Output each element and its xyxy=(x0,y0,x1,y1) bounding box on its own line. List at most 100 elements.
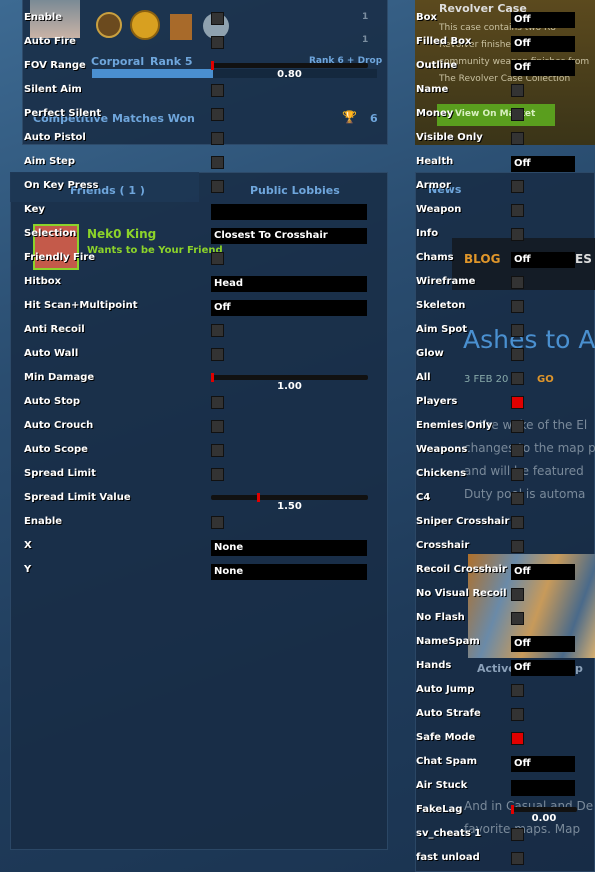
on-key-press-checkbox[interactable] xyxy=(211,180,224,193)
perfect-silent-checkbox[interactable] xyxy=(211,108,224,121)
slider-handle[interactable] xyxy=(211,373,214,382)
auto-scope-checkbox[interactable] xyxy=(211,444,224,457)
news-headline: Ashes to A xyxy=(463,325,595,354)
selection-label: Selection xyxy=(24,228,77,239)
no-visual-recoil-label: No Visual Recoil xyxy=(416,588,507,599)
silent-aim-checkbox[interactable] xyxy=(211,84,224,97)
count-1: 1 xyxy=(362,12,369,22)
no-visual-recoil-checkbox[interactable] xyxy=(511,588,524,601)
enable-checkbox[interactable] xyxy=(211,516,224,529)
chickens-checkbox[interactable] xyxy=(511,468,524,481)
info-checkbox[interactable] xyxy=(511,228,524,241)
hit-scan-multipoint-label: Hit Scan+Multipoint xyxy=(24,300,138,311)
aim-step-checkbox[interactable] xyxy=(211,156,224,169)
enable-checkbox[interactable] xyxy=(211,12,224,25)
auto-pistol-checkbox[interactable] xyxy=(211,132,224,145)
auto-crouch-checkbox[interactable] xyxy=(211,420,224,433)
weapons-checkbox[interactable] xyxy=(511,444,524,457)
money-checkbox[interactable] xyxy=(511,108,524,121)
filled-box-dropdown[interactable]: Off xyxy=(511,36,575,52)
sv-cheats-1-label: sv_cheats 1 xyxy=(416,828,482,839)
fakelag-slider[interactable] xyxy=(511,805,577,814)
silent-aim-label: Silent Aim xyxy=(24,84,82,95)
auto-crouch-label: Auto Crouch xyxy=(24,420,94,431)
chams-dropdown[interactable]: Off xyxy=(511,252,575,268)
players-checkbox[interactable] xyxy=(511,396,524,409)
hands-dropdown[interactable]: Off xyxy=(511,660,575,676)
auto-wall-checkbox[interactable] xyxy=(211,348,224,361)
spread-limit-checkbox[interactable] xyxy=(211,468,224,481)
crosshair-checkbox[interactable] xyxy=(511,540,524,553)
sv-cheats-1-checkbox[interactable] xyxy=(511,828,524,841)
slider-handle[interactable] xyxy=(211,61,214,70)
armor-checkbox[interactable] xyxy=(511,180,524,193)
fakelag-value: 0.00 xyxy=(531,813,557,824)
hitbox-dropdown[interactable]: Head xyxy=(211,276,367,292)
blog-suffix: ES xyxy=(575,252,592,266)
anti-recoil-checkbox[interactable] xyxy=(211,324,224,337)
auto-fire-checkbox[interactable] xyxy=(211,36,224,49)
enemies-only-checkbox[interactable] xyxy=(511,420,524,433)
auto-strafe-checkbox[interactable] xyxy=(511,708,524,721)
name-label: Name xyxy=(416,84,449,95)
tab-public-lobbies[interactable]: Public Lobbies xyxy=(250,184,340,197)
outline-label: Outline xyxy=(416,60,458,71)
chat-spam-label: Chat Spam xyxy=(416,756,477,767)
glow-label: Glow xyxy=(416,348,444,359)
health-dropdown[interactable]: Off xyxy=(511,156,575,172)
chams-label: Chams xyxy=(416,252,454,263)
namespam-dropdown[interactable]: Off xyxy=(511,636,575,652)
news-tag: GO xyxy=(537,374,554,385)
y-label: Y xyxy=(24,564,32,575)
enable-label: Enable xyxy=(24,12,63,23)
hit-scan-multipoint-dropdown[interactable]: Off xyxy=(211,300,367,316)
box-dropdown[interactable]: Off xyxy=(511,12,575,28)
spread-limit-value-value: 1.50 xyxy=(277,501,302,512)
recoil-crosshair-dropdown[interactable]: Off xyxy=(511,564,575,580)
sniper-crosshair-label: Sniper Crosshair xyxy=(416,516,510,527)
view-on-market-button[interactable]: View On Market xyxy=(437,104,555,126)
no-flash-checkbox[interactable] xyxy=(511,612,524,625)
glow-checkbox[interactable] xyxy=(511,348,524,361)
key-label: Key xyxy=(24,204,45,215)
min-damage-slider[interactable] xyxy=(211,373,368,382)
selection-dropdown[interactable]: Closest To Crosshair xyxy=(211,228,367,244)
armor-label: Armor xyxy=(416,180,451,191)
outline-dropdown[interactable]: Off xyxy=(511,60,575,76)
air-stuck-dropdown[interactable] xyxy=(511,780,575,796)
auto-stop-checkbox[interactable] xyxy=(211,396,224,409)
auto-wall-label: Auto Wall xyxy=(24,348,79,359)
y-dropdown[interactable]: None xyxy=(211,564,367,580)
all-checkbox[interactable] xyxy=(511,372,524,385)
aim-spot-checkbox[interactable] xyxy=(511,324,524,337)
visible-only-label: Visible Only xyxy=(416,132,483,143)
friendly-fire-checkbox[interactable] xyxy=(211,252,224,265)
anti-recoil-label: Anti Recoil xyxy=(24,324,85,335)
key-dropdown[interactable] xyxy=(211,204,367,220)
wireframe-checkbox[interactable] xyxy=(511,276,524,289)
auto-fire-label: Auto Fire xyxy=(24,36,76,47)
sniper-crosshair-checkbox[interactable] xyxy=(511,516,524,529)
friend-name[interactable]: Nek0 King xyxy=(87,227,156,241)
spread-limit-value-slider[interactable] xyxy=(211,493,368,502)
friend-status: Wants to be Your Friend xyxy=(87,245,223,256)
x-dropdown[interactable]: None xyxy=(211,540,367,556)
blog-label: BLOG xyxy=(464,252,501,266)
auto-jump-checkbox[interactable] xyxy=(511,684,524,697)
fov-range-slider[interactable] xyxy=(211,61,368,70)
auto-pistol-label: Auto Pistol xyxy=(24,132,86,143)
name-checkbox[interactable] xyxy=(511,84,524,97)
skeleton-checkbox[interactable] xyxy=(511,300,524,313)
info-label: Info xyxy=(416,228,439,239)
fast-unload-checkbox[interactable] xyxy=(511,852,524,865)
visible-only-checkbox[interactable] xyxy=(511,132,524,145)
auto-jump-label: Auto Jump xyxy=(416,684,475,695)
chat-spam-dropdown[interactable]: Off xyxy=(511,756,575,772)
safe-mode-checkbox[interactable] xyxy=(511,732,524,745)
weapon-checkbox[interactable] xyxy=(511,204,524,217)
wireframe-label: Wireframe xyxy=(416,276,476,287)
filled-box-label: Filled Box xyxy=(416,36,472,47)
active-label: Active xyxy=(477,662,516,675)
fov-range-label: FOV Range xyxy=(24,60,86,71)
c4-checkbox[interactable] xyxy=(511,492,524,505)
